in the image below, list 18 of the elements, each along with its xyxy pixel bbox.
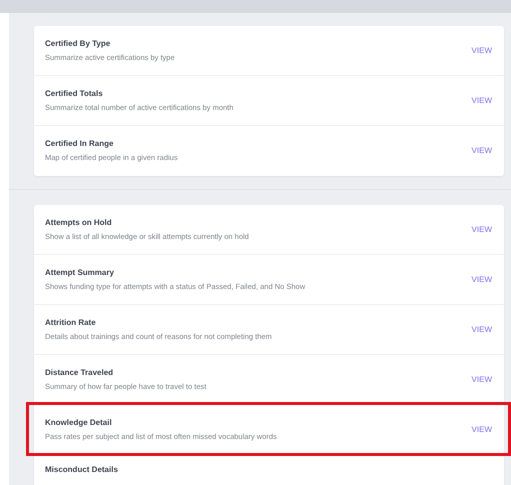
report-title: Certified In Range	[45, 139, 114, 148]
report-title: Knowledge Detail	[45, 418, 113, 426]
view-link[interactable]: VIEW	[472, 424, 492, 434]
view-link[interactable]: VIEW	[472, 274, 492, 284]
view-link[interactable]: VIEW	[472, 324, 492, 334]
report-title: Attempt Summary	[45, 268, 115, 276]
report-title: Misconduct Details	[45, 465, 118, 474]
view-link[interactable]: VIEW	[472, 146, 492, 156]
report-title: Certified Totals	[45, 88, 104, 98]
report-title: Attrition Rate	[45, 318, 97, 326]
report-title: Attempts on Hold	[45, 218, 113, 226]
view-link[interactable]: VIEW	[472, 374, 492, 384]
view-link[interactable]: VIEW	[472, 96, 492, 106]
view-link[interactable]: VIEW	[472, 224, 492, 234]
report-title: Certified By Type	[45, 38, 112, 48]
report-title: Distance Traveled	[45, 368, 114, 376]
report-row[interactable]: Misconduct Details	[34, 455, 504, 485]
view-link[interactable]: VIEW	[472, 46, 492, 56]
